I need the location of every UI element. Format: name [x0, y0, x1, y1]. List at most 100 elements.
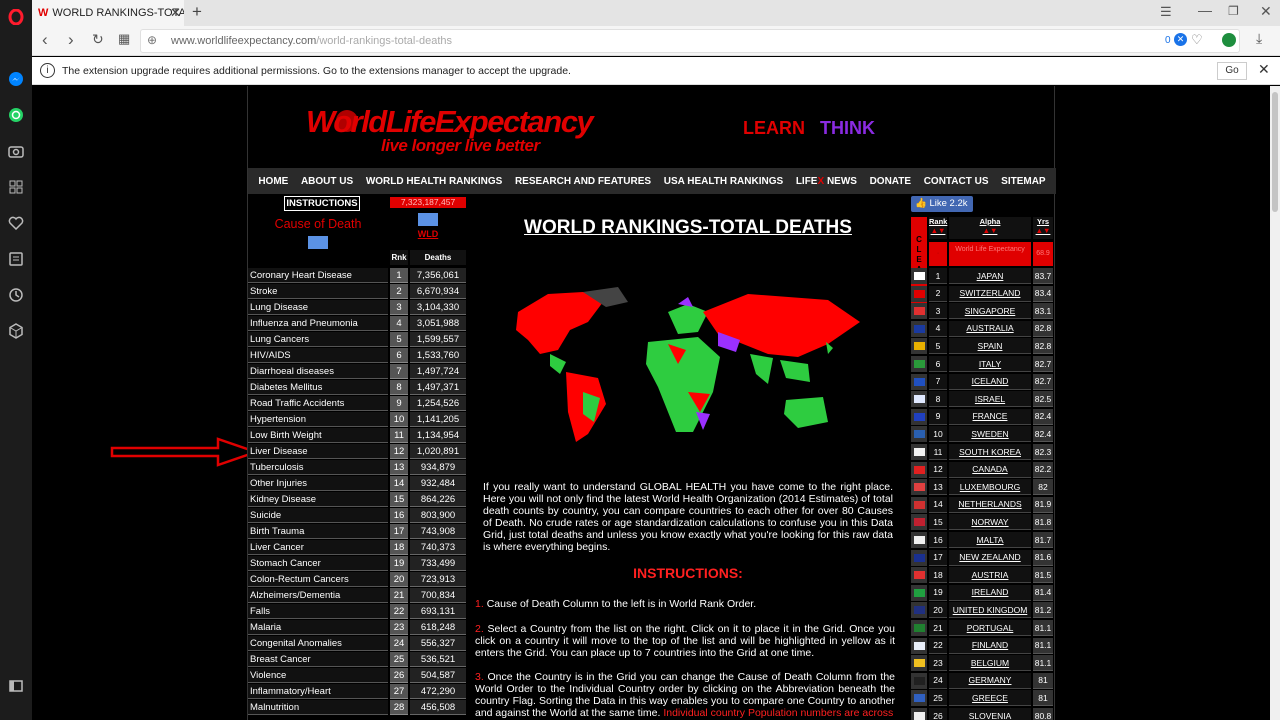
- country-flag-icon[interactable]: [911, 408, 927, 425]
- nav-usa-health-rankings[interactable]: USA HEALTH RANKINGS: [664, 176, 783, 187]
- rank-sort-header[interactable]: Rank ▲▼: [929, 217, 947, 239]
- country-link[interactable]: AUSTRIA: [949, 567, 1031, 584]
- country-flag-icon[interactable]: [911, 602, 927, 619]
- country-link[interactable]: AUSTRALIA: [949, 320, 1031, 337]
- cause-name[interactable]: Suicide: [248, 508, 388, 523]
- nav-world-health-rankings[interactable]: WORLD HEALTH RANKINGS: [366, 176, 502, 187]
- country-flag-icon[interactable]: [911, 532, 927, 548]
- cause-name[interactable]: HIV/AIDS: [248, 348, 388, 363]
- country-link[interactable]: ISRAEL: [949, 391, 1031, 408]
- cause-name[interactable]: Lung Cancers: [248, 332, 388, 347]
- cause-name[interactable]: Diarrhoeal diseases: [248, 364, 388, 379]
- country-link[interactable]: SOUTH KOREA: [949, 444, 1031, 460]
- cause-name[interactable]: Colon-Rectum Cancers: [248, 572, 388, 587]
- back-icon[interactable]: ‹: [42, 30, 48, 50]
- country-flag-icon[interactable]: [911, 708, 927, 720]
- instructions-button[interactable]: INSTRUCTIONS: [284, 196, 360, 211]
- cause-name[interactable]: Inflammatory/Heart: [248, 684, 388, 699]
- cause-name[interactable]: Birth Trauma: [248, 524, 388, 539]
- yrs-sort-header[interactable]: Yrs ▲▼: [1033, 217, 1053, 239]
- country-flag-icon[interactable]: [911, 584, 927, 601]
- vpn-extension-icon[interactable]: [1222, 33, 1236, 47]
- camera-icon[interactable]: [6, 141, 26, 161]
- go-button[interactable]: Go: [1217, 62, 1247, 80]
- heart-icon[interactable]: [6, 213, 26, 233]
- country-flag-icon[interactable]: [911, 655, 927, 672]
- cause-name[interactable]: Influenza and Pneumonia: [248, 316, 388, 331]
- country-flag-icon[interactable]: [911, 549, 927, 566]
- country-link[interactable]: BELGIUM: [949, 655, 1031, 672]
- country-flag-icon[interactable]: [911, 479, 927, 496]
- country-flag-icon[interactable]: [911, 391, 927, 408]
- bookmark-heart-icon[interactable]: ♡: [1191, 32, 1203, 48]
- country-flag-icon[interactable]: [911, 567, 927, 584]
- country-link[interactable]: SPAIN: [949, 338, 1031, 355]
- history-icon[interactable]: [6, 285, 26, 305]
- cause-name[interactable]: Malaria: [248, 620, 388, 635]
- learn-link[interactable]: LEARN: [743, 118, 805, 138]
- rnk-header[interactable]: Rnk: [390, 250, 408, 265]
- think-link[interactable]: THINK: [820, 118, 875, 138]
- country-link[interactable]: ICELAND: [949, 373, 1031, 390]
- nav-donate[interactable]: DONATE: [870, 176, 911, 187]
- deaths-header[interactable]: Deaths: [410, 250, 466, 265]
- country-flag-icon[interactable]: [911, 303, 927, 320]
- facebook-like-button[interactable]: 👍 Like 2.2k: [911, 196, 973, 212]
- cause-name[interactable]: Road Traffic Accidents: [248, 396, 388, 411]
- speed-dial-icon[interactable]: [6, 177, 26, 197]
- cause-name[interactable]: Other Injuries: [248, 476, 388, 491]
- country-link[interactable]: GREECE: [949, 690, 1031, 707]
- country-flag-icon[interactable]: [911, 338, 927, 355]
- country-link[interactable]: SWITZERLAND: [949, 285, 1031, 302]
- country-link[interactable]: JAPAN: [949, 268, 1031, 284]
- restore-button[interactable]: ❐: [1228, 4, 1239, 18]
- close-window-button[interactable]: ✕: [1260, 3, 1272, 20]
- country-link[interactable]: SWEDEN: [949, 426, 1031, 443]
- country-link[interactable]: NEW ZEALAND: [949, 549, 1031, 566]
- cause-name[interactable]: Violence: [248, 668, 388, 683]
- cause-name[interactable]: Falls: [248, 604, 388, 619]
- nav-home[interactable]: HOME: [258, 176, 288, 187]
- country-link[interactable]: ITALY: [949, 356, 1031, 372]
- country-link[interactable]: SINGAPORE: [949, 303, 1031, 320]
- nav-sitemap[interactable]: SITEMAP: [1001, 176, 1045, 187]
- country-link[interactable]: FINLAND: [949, 637, 1031, 654]
- nav-about-us[interactable]: ABOUT US: [301, 176, 353, 187]
- country-flag-icon[interactable]: [911, 514, 927, 531]
- country-flag-icon[interactable]: [911, 672, 927, 689]
- country-flag-icon[interactable]: [911, 620, 927, 636]
- country-flag-icon[interactable]: [911, 461, 927, 478]
- cause-name[interactable]: Breast Cancer: [248, 652, 388, 667]
- country-link[interactable]: FRANCE: [949, 408, 1031, 425]
- opera-logo-icon[interactable]: [6, 7, 26, 27]
- nav-life-x-news[interactable]: LIFEX NEWS: [796, 176, 857, 187]
- minimize-button[interactable]: —: [1198, 2, 1212, 18]
- wld-link[interactable]: WLD: [390, 229, 466, 239]
- country-flag-icon[interactable]: [911, 690, 927, 707]
- close-tab-icon[interactable]: ✕: [170, 5, 181, 21]
- alpha-sort-header[interactable]: Alpha ▲▼: [949, 217, 1031, 239]
- cause-name[interactable]: Coronary Heart Disease: [248, 268, 388, 283]
- nav-contact-us[interactable]: CONTACT US: [924, 176, 989, 187]
- country-flag-icon[interactable]: [911, 356, 927, 372]
- country-link[interactable]: GERMANY: [949, 672, 1031, 689]
- country-flag-icon[interactable]: [911, 320, 927, 337]
- country-flag-icon[interactable]: [911, 426, 927, 443]
- cause-name[interactable]: Alzheimers/Dementia: [248, 588, 388, 603]
- cause-name[interactable]: Stroke: [248, 284, 388, 299]
- cause-name[interactable]: Liver Disease: [248, 444, 388, 459]
- country-flag-icon[interactable]: [911, 637, 927, 654]
- tab-menu-icon[interactable]: ☰: [1160, 4, 1172, 20]
- country-link[interactable]: MALTA: [949, 532, 1031, 548]
- reload-icon[interactable]: ↻: [92, 31, 104, 48]
- country-flag-icon[interactable]: [911, 285, 927, 302]
- messenger-icon[interactable]: [6, 69, 26, 89]
- country-link[interactable]: NETHERLANDS: [949, 496, 1031, 513]
- forward-icon[interactable]: ›: [68, 30, 74, 50]
- adblock-icon[interactable]: ✕: [1174, 33, 1187, 46]
- url-field[interactable]: ⊕ www.worldlifeexpectancy.com/world-rank…: [140, 29, 1240, 53]
- scrollbar-thumb[interactable]: [1272, 92, 1278, 212]
- country-flag-icon[interactable]: [911, 496, 927, 513]
- whatsapp-icon[interactable]: [6, 105, 26, 125]
- country-link[interactable]: NORWAY: [949, 514, 1031, 531]
